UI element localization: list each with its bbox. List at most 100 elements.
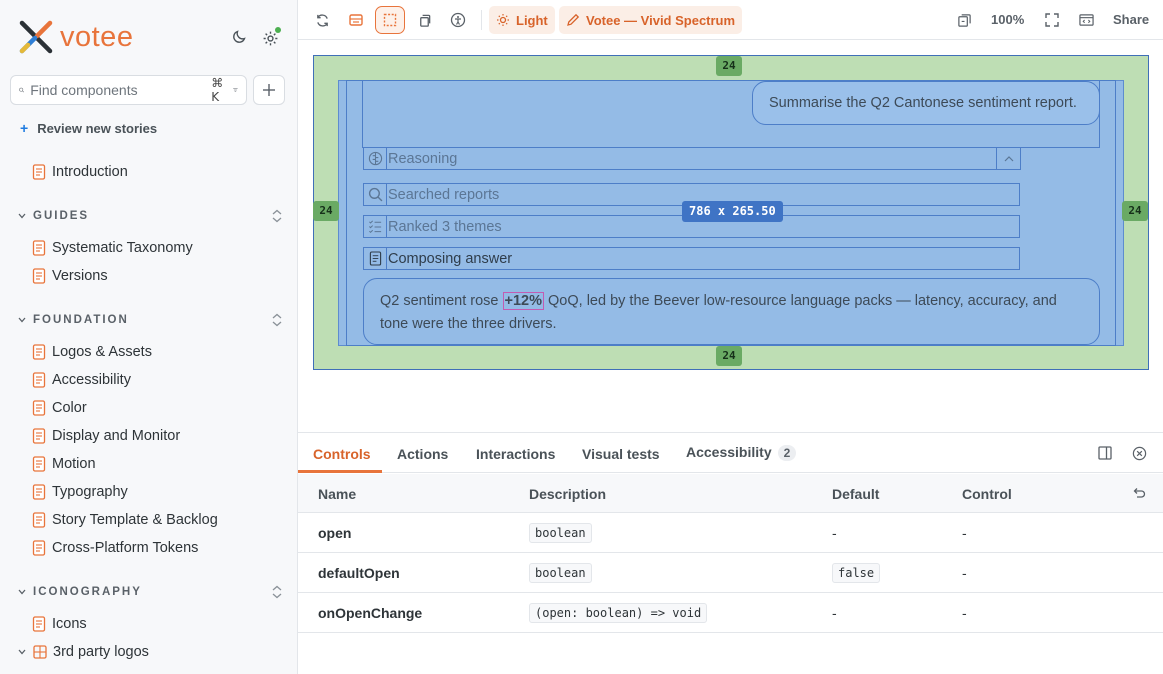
sidebar-item-motion[interactable]: Motion [32,453,96,475]
section-guides[interactable]: GUIDES [18,209,283,223]
prop-default: - [832,605,837,621]
margin-overlay: Summarise the Q2 Cantonese sentiment rep… [313,55,1149,370]
document-icon [32,164,46,180]
tab-accessibility[interactable]: Accessibility 2 [686,444,797,461]
user-message-text: Summarise the Q2 Cantonese sentiment rep… [769,95,1077,111]
theme-light-button[interactable]: Light [489,6,555,34]
addons-tabs: Controls Actions Interactions Visual tes… [298,433,1163,473]
sidebar-item-label: Systematic Taxonomy [52,240,193,256]
table-row: onOpenChange (open: boolean) => void - - [298,593,1163,633]
sidebar-item-label: Icons [52,616,87,632]
search-input[interactable] [30,82,212,98]
sun-icon [497,14,509,26]
section-foundation[interactable]: FOUNDATION [18,313,283,327]
document-icon [32,240,46,256]
sidebar-item-color[interactable]: Color [32,397,87,419]
search-box[interactable]: ⌘ K [10,75,247,105]
close-panel-icon[interactable] [1132,446,1147,461]
sidebar-item-label: Motion [52,456,96,472]
answer-text-before: Q2 sentiment rose [380,293,503,309]
section-title: GUIDES [33,210,90,222]
search-shortcut: ⌘ K [211,76,224,104]
accessibility-icon[interactable] [444,7,472,33]
sidebar-item-label: 3rd party logos [53,644,149,660]
prop-control: - [962,525,967,541]
sidebar-item-typography[interactable]: Typography [32,481,128,503]
section-title: ICONOGRAPHY [33,586,142,598]
settings-gear-icon[interactable] [262,27,281,47]
theme-label: Light [516,12,548,28]
document-icon [32,540,46,556]
share-button[interactable]: Share [1113,12,1149,27]
sidebar-item-versions[interactable]: Versions [32,265,108,287]
document-icon [32,268,46,284]
sidebar-item-introduction[interactable]: Introduction [32,161,128,183]
fullscreen-icon[interactable] [1038,7,1066,33]
sidebar: votee ⌘ K + Review new stories Introduct… [0,0,298,674]
document-icon [32,616,46,632]
tab-interactions[interactable]: Interactions [476,446,555,462]
section-iconography[interactable]: ICONOGRAPHY [18,585,283,599]
sidebar-item-icons[interactable]: Icons [32,613,87,635]
sidebar-item-logos-assets[interactable]: Logos & Assets [32,341,152,363]
column-default: Default [832,486,880,502]
margin-right-badge: 24 [1122,201,1148,221]
tab-visual-tests[interactable]: Visual tests [582,446,660,462]
reload-icon[interactable] [308,7,336,33]
sidebar-item-accessibility[interactable]: Accessibility [32,369,131,391]
measure-outline-icon[interactable] [375,6,405,34]
sidebar-item-label: Introduction [52,164,128,180]
reset-controls-icon[interactable] [1132,487,1146,500]
prop-default: false [832,563,881,583]
viewport-icon[interactable] [410,7,438,33]
brand-theme-button[interactable]: Votee — Vivid Spectrum [559,6,743,34]
margin-left-badge: 24 [313,201,339,221]
document-icon [32,344,46,360]
brand-logo[interactable]: votee [18,19,133,55]
step-label: Searched reports [388,186,500,203]
document-icon [32,456,46,472]
sidebar-item-story-template[interactable]: Story Template & Backlog [32,509,218,531]
add-story-button[interactable] [253,75,285,105]
sidebar-item-cross-platform-tokens[interactable]: Cross-Platform Tokens [32,537,198,559]
brand-name: votee [60,20,134,53]
open-new-tab-icon[interactable] [1072,7,1100,33]
prop-type: boolean [529,523,592,543]
panel-layout-icon[interactable] [1098,446,1112,460]
chevron-down-icon [18,317,26,323]
sidebar-item-systematic-taxonomy[interactable]: Systematic Taxonomy [32,237,193,259]
zoom-level[interactable]: 100% [991,12,1024,27]
document-icon [32,512,46,528]
background-toggle-icon[interactable] [342,7,370,33]
step-reasoning[interactable]: Reasoning [363,147,1021,170]
sidebar-item-3rd-party-logos[interactable]: 3rd party logos [18,641,149,663]
votee-logo-icon [19,20,53,54]
pencil-icon [567,13,580,26]
plus-icon: + [20,120,29,136]
chevron-up-icon[interactable] [996,148,1020,169]
table-row: open boolean - - [298,513,1163,553]
search-icon [19,87,25,93]
expand-collapse-icon[interactable] [271,313,283,327]
document-icon [32,372,46,388]
update-dot [275,27,281,33]
step-label: Composing answer [388,250,513,267]
step-label: Reasoning [388,150,458,167]
tab-controls[interactable]: Controls [313,446,371,462]
expand-collapse-icon[interactable] [271,585,283,599]
prop-default: - [832,525,837,541]
expand-collapse-icon[interactable] [271,209,283,223]
tab-actions[interactable]: Actions [397,446,448,462]
moon-icon[interactable] [232,28,248,49]
section-title: FOUNDATION [33,314,129,326]
filter-icon[interactable] [233,84,238,96]
active-tab-indicator [298,470,382,473]
step-composing: Composing answer [363,247,1020,270]
margin-bottom-badge: 24 [716,346,742,366]
sidebar-item-display-monitor[interactable]: Display and Monitor [32,425,180,447]
content-overlay[interactable]: Summarise the Q2 Cantonese sentiment rep… [338,80,1124,346]
sidebar-item-label: Cross-Platform Tokens [52,540,199,556]
review-new-stories-link[interactable]: + Review new stories [20,120,157,136]
copy-link-icon[interactable] [950,7,978,33]
table-row: defaultOpen boolean false - [298,553,1163,593]
